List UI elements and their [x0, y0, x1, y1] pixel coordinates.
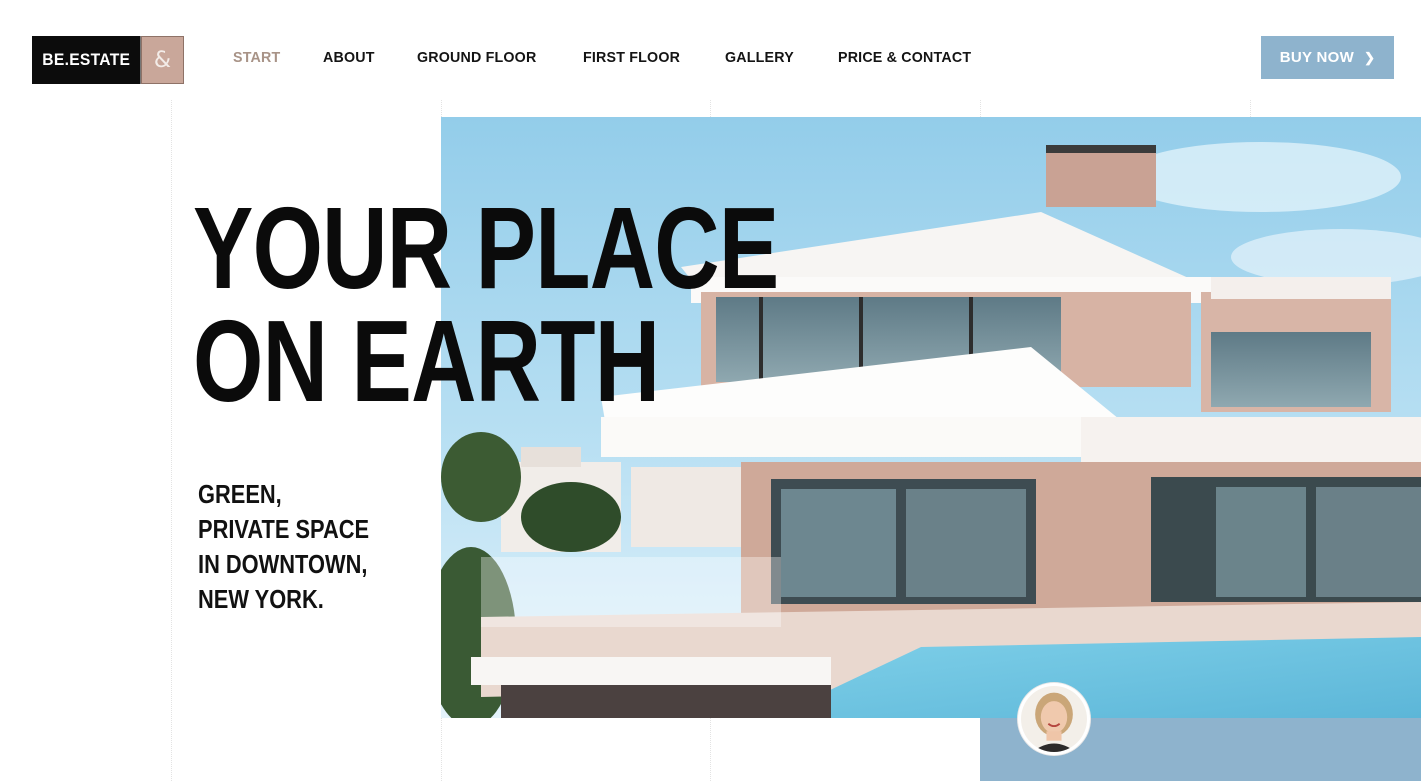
nav-item-ground-floor[interactable]: GROUND FLOOR	[417, 48, 536, 68]
logo[interactable]: BE.ESTATE &	[32, 36, 184, 84]
subline-line: GREEN,	[198, 479, 282, 509]
hero-subline: GREEN, PRIVATE SPACE IN DOWNTOWN, NEW YO…	[198, 477, 369, 617]
agent-avatar[interactable]	[1018, 683, 1090, 755]
headline-line: YOUR PLACE	[193, 183, 779, 313]
guide-line	[171, 100, 172, 781]
nav-item-first-floor[interactable]: FIRST FLOOR	[583, 48, 680, 68]
buy-now-label: BUY NOW	[1279, 49, 1355, 66]
nav-item-about[interactable]: ABOUT	[323, 48, 375, 68]
buy-now-button[interactable]: BUY NOW ❯	[1261, 36, 1394, 79]
logo-text: BE.ESTATE	[32, 36, 141, 84]
main-nav: START ABOUT GROUND FLOOR FIRST FLOOR GAL…	[233, 48, 1018, 68]
subline-line: PRIVATE SPACE	[198, 514, 370, 544]
nav-item-price-contact[interactable]: PRICE & CONTACT	[838, 48, 971, 68]
hero-headline: YOUR PLACE ON EARTH	[193, 183, 779, 426]
subline-line: NEW YORK.	[198, 584, 324, 614]
nav-item-start[interactable]: START	[233, 48, 280, 68]
nav-item-gallery[interactable]: GALLERY	[725, 48, 794, 68]
agent-portrait-icon	[1021, 686, 1087, 752]
logo-mark-icon: &	[141, 36, 184, 84]
chevron-right-icon: ❯	[1364, 49, 1376, 65]
headline-line: ON EARTH	[193, 296, 660, 426]
subline-line: IN DOWNTOWN,	[198, 549, 368, 579]
